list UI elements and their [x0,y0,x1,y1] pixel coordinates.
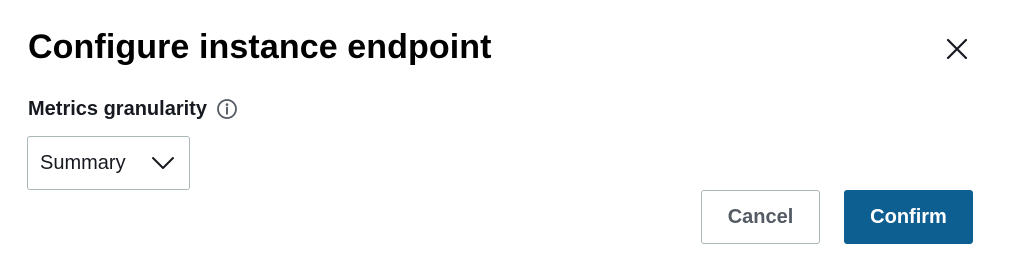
metrics-granularity-label: Metrics granularity [28,97,207,120]
info-icon [217,99,237,119]
select-value: Summary [40,151,126,174]
cancel-button[interactable]: Cancel [701,190,820,244]
dialog-title: Configure instance endpoint [28,28,492,66]
close-icon [946,38,968,60]
metrics-granularity-label-row: Metrics granularity [28,95,238,123]
confirm-button[interactable]: Confirm [844,190,973,244]
configure-endpoint-dialog: Configure instance endpoint Metrics gran… [0,0,1011,278]
info-icon-button[interactable] [216,98,238,120]
metrics-granularity-select[interactable]: Summary [27,136,190,190]
chevron-down-icon [152,157,174,169]
close-button[interactable] [940,32,974,66]
